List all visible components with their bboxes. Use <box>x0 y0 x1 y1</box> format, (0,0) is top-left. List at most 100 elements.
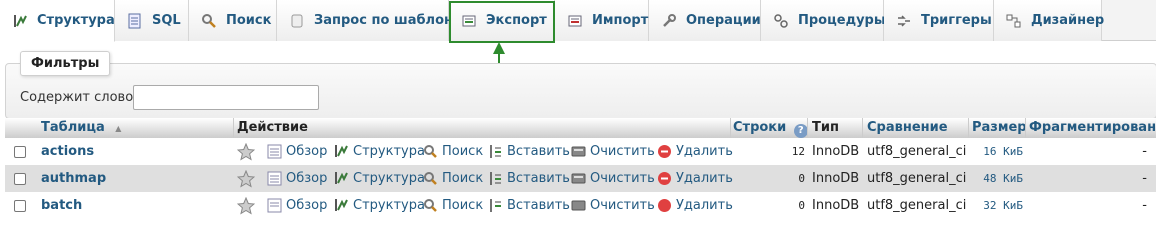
structure-icon <box>334 198 349 213</box>
overhead-value: - <box>1142 144 1147 159</box>
tab-label: Экспорт <box>486 13 547 28</box>
column-separator <box>730 118 731 139</box>
drop-icon <box>657 198 672 213</box>
engine-type: InnoDB <box>812 171 860 186</box>
search-icon <box>423 171 438 186</box>
table-name-link[interactable]: authmap <box>41 165 106 192</box>
insert-icon <box>488 198 503 213</box>
table-name-link[interactable]: batch <box>41 192 82 219</box>
row-checkbox[interactable] <box>14 172 26 185</box>
tab-triggers[interactable]: Триггеры <box>884 0 994 41</box>
export-icon <box>461 12 477 29</box>
search-icon <box>423 198 438 213</box>
empty-action[interactable]: Очистить <box>571 138 655 165</box>
drop-action[interactable]: Удалить <box>657 138 733 165</box>
search-action[interactable]: Поиск <box>423 138 483 165</box>
collation-value: utf8_general_ci <box>867 171 967 186</box>
header-rows[interactable]: Строки ? <box>733 120 808 138</box>
overhead-value: - <box>1142 198 1147 213</box>
tab-label: Запрос по шаблону <box>314 13 462 28</box>
table-header: Таблица ▲ Действие Строки ? Тип Сравнени… <box>5 118 1156 139</box>
browse-icon <box>267 144 282 159</box>
tab-label: Операции <box>686 13 761 28</box>
insert-action[interactable]: Вставить <box>488 138 570 165</box>
filters-legend: Фильтры <box>20 51 111 76</box>
table-row: authmap Обзор Структура Поиск Вставить О… <box>5 165 1156 192</box>
favorite-star-icon[interactable] <box>237 169 255 188</box>
tab-structure[interactable]: Структура <box>0 0 115 42</box>
column-separator <box>807 118 808 139</box>
browse-action[interactable]: Обзор <box>267 138 327 165</box>
table-name-link[interactable]: actions <box>41 138 94 165</box>
search-action[interactable]: Поиск <box>423 165 483 192</box>
favorite-star-icon[interactable] <box>237 142 255 161</box>
tab-query[interactable]: Запрос по шаблону <box>277 0 461 41</box>
filter-label: Содержит слово: <box>20 90 138 105</box>
import-icon <box>567 12 583 29</box>
column-separator <box>1025 118 1026 139</box>
row-count: 0 <box>798 172 805 185</box>
tab-bar: Структура SQL Поиск Запрос по шаблону Эк… <box>0 0 1156 42</box>
sql-icon <box>127 12 143 29</box>
tab-label: Структура <box>37 13 115 28</box>
size-link[interactable]: 32 КиБ <box>973 192 1023 219</box>
search-action[interactable]: Поиск <box>423 192 483 219</box>
browse-action[interactable]: Обзор <box>267 192 327 219</box>
tab-export[interactable]: Экспорт <box>449 0 555 41</box>
empty-action[interactable]: Очистить <box>571 165 655 192</box>
structure-action[interactable]: Структура <box>334 192 425 219</box>
help-icon[interactable]: ? <box>793 124 808 138</box>
empty-icon <box>571 171 586 186</box>
favorite-star-icon[interactable] <box>237 196 255 215</box>
column-separator <box>968 118 969 139</box>
browse-action[interactable]: Обзор <box>267 165 327 192</box>
empty-action[interactable]: Очистить <box>571 192 655 219</box>
overhead-value: - <box>1142 171 1147 186</box>
insert-action[interactable]: Вставить <box>488 165 570 192</box>
query-icon <box>289 12 305 29</box>
tab-label: Импорт <box>592 13 649 28</box>
browse-icon <box>267 198 282 213</box>
size-link[interactable]: 16 КиБ <box>973 138 1023 165</box>
header-action: Действие <box>237 120 308 135</box>
tab-designer[interactable]: Дизайнер <box>994 0 1104 41</box>
header-table[interactable]: Таблица ▲ <box>41 120 121 135</box>
insert-icon <box>488 144 503 159</box>
drop-action[interactable]: Удалить <box>657 192 733 219</box>
browse-icon <box>267 171 282 186</box>
structure-action[interactable]: Структура <box>334 138 425 165</box>
collation-value: utf8_general_ci <box>867 144 967 159</box>
header-overhead[interactable]: Фрагментировано <box>1029 120 1156 135</box>
routines-icon <box>773 12 789 29</box>
header-size[interactable]: Размер <box>972 120 1027 135</box>
tab-routines[interactable]: Процедуры <box>761 0 886 41</box>
header-collation[interactable]: Сравнение <box>867 120 948 135</box>
table-row: actions Обзор Структура Поиск Вставить О… <box>5 138 1156 165</box>
row-count: 12 <box>791 145 805 158</box>
insert-action[interactable]: Вставить <box>488 192 570 219</box>
column-separator <box>862 118 863 139</box>
tab-label: Триггеры <box>921 13 992 28</box>
drop-action[interactable]: Удалить <box>657 165 733 192</box>
row-checkbox[interactable] <box>14 145 26 158</box>
collation-value: utf8_general_ci <box>867 198 967 213</box>
tab-sql[interactable]: SQL <box>115 0 189 41</box>
search-icon <box>423 144 438 159</box>
sort-asc-icon: ▲ <box>115 124 122 133</box>
header-type: Тип <box>812 120 839 135</box>
drop-icon <box>657 144 672 159</box>
structure-icon <box>334 171 349 186</box>
column-separator <box>233 118 234 139</box>
structure-action[interactable]: Структура <box>334 165 425 192</box>
filter-input[interactable] <box>133 85 319 110</box>
table-row: batch Обзор Структура Поиск Вставить Очи… <box>5 192 1156 219</box>
tab-search[interactable]: Поиск <box>189 0 277 41</box>
drop-icon <box>657 171 672 186</box>
size-link[interactable]: 48 КиБ <box>973 165 1023 192</box>
designer-icon <box>1006 12 1022 29</box>
search-icon <box>201 12 217 29</box>
tab-operations[interactable]: Операции <box>649 0 761 41</box>
tab-import[interactable]: Импорт <box>555 0 649 41</box>
tab-label: Поиск <box>226 13 272 28</box>
row-checkbox[interactable] <box>14 199 26 212</box>
